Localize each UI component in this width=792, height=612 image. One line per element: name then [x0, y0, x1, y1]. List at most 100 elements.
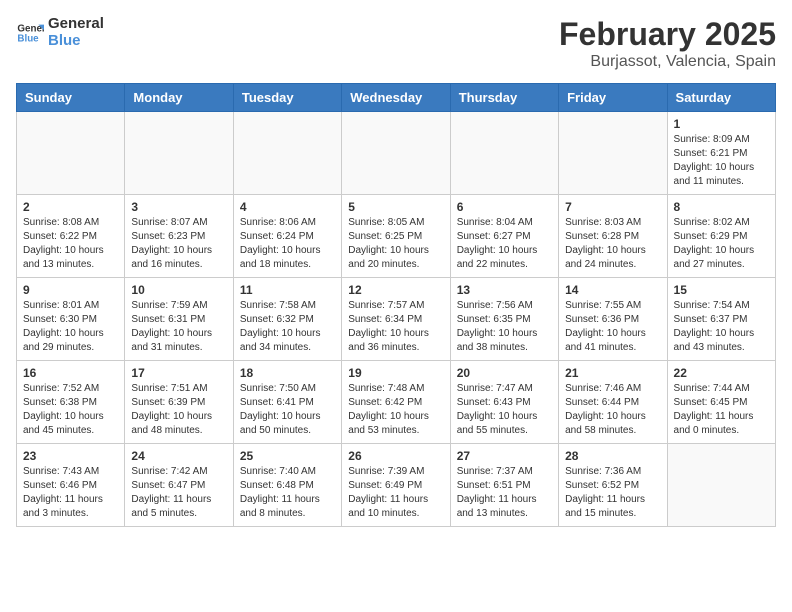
calendar-cell: 2 Sunrise: 8:08 AM Sunset: 6:22 PM Daylig… — [17, 195, 125, 278]
day-number: 21 — [565, 366, 660, 380]
weekday-header-saturday: Saturday — [667, 84, 775, 112]
day-number: 13 — [457, 283, 552, 297]
day-info: Sunrise: 7:50 AM Sunset: 6:41 PM Dayligh… — [240, 382, 335, 438]
calendar-cell: 9 Sunrise: 8:01 AM Sunset: 6:30 PM Daylig… — [17, 278, 125, 361]
week-row-5: 23 Sunrise: 7:43 AM Sunset: 6:46 PM Dayli… — [17, 444, 776, 527]
calendar-cell: 8Sunrise: 8:02 AM Sunset: 6:29 PM Daylig… — [667, 195, 775, 278]
calendar-cell — [17, 112, 125, 195]
day-number: 26 — [348, 449, 443, 463]
day-number: 23 — [23, 449, 118, 463]
calendar-cell: 15Sunrise: 7:54 AM Sunset: 6:37 PM Dayli… — [667, 278, 775, 361]
day-info: Sunrise: 7:42 AM Sunset: 6:47 PM Dayligh… — [131, 465, 226, 521]
day-number: 17 — [131, 366, 226, 380]
day-number: 11 — [240, 283, 335, 297]
calendar-cell: 22 Sunrise: 7:44 AM Sunset: 6:45 PM Dayli… — [667, 361, 775, 444]
day-number: 18 — [240, 366, 335, 380]
week-row-4: 16 Sunrise: 7:52 AM Sunset: 6:38 PM Dayli… — [17, 361, 776, 444]
calendar-cell: 7Sunrise: 8:03 AM Sunset: 6:28 PM Daylig… — [559, 195, 667, 278]
day-info: Sunrise: 7:43 AM Sunset: 6:46 PM Dayligh… — [23, 465, 118, 521]
day-info: Sunrise: 7:44 AM Sunset: 6:45 PM Dayligh… — [674, 382, 769, 438]
day-info: Sunrise: 7:51 AM Sunset: 6:39 PM Dayligh… — [131, 382, 226, 438]
calendar-cell: 20Sunrise: 7:47 AM Sunset: 6:43 PM Dayli… — [450, 361, 558, 444]
day-number: 6 — [457, 200, 552, 214]
weekday-header-thursday: Thursday — [450, 84, 558, 112]
day-info: Sunrise: 7:47 AM Sunset: 6:43 PM Dayligh… — [457, 382, 552, 438]
calendar-cell: 10Sunrise: 7:59 AM Sunset: 6:31 PM Dayli… — [125, 278, 233, 361]
day-info: Sunrise: 7:52 AM Sunset: 6:38 PM Dayligh… — [23, 382, 118, 438]
calendar-cell: 11 Sunrise: 7:58 AM Sunset: 6:32 PM Dayli… — [233, 278, 341, 361]
week-row-3: 9 Sunrise: 8:01 AM Sunset: 6:30 PM Daylig… — [17, 278, 776, 361]
calendar-cell: 17 Sunrise: 7:51 AM Sunset: 6:39 PM Dayli… — [125, 361, 233, 444]
weekday-header-sunday: Sunday — [17, 84, 125, 112]
calendar-table: SundayMondayTuesdayWednesdayThursdayFrid… — [16, 83, 776, 527]
calendar-cell — [559, 112, 667, 195]
calendar-cell: 14 Sunrise: 7:55 AM Sunset: 6:36 PM Dayli… — [559, 278, 667, 361]
day-info: Sunrise: 8:09 AM Sunset: 6:21 PM Dayligh… — [674, 133, 769, 189]
day-info: Sunrise: 7:59 AM Sunset: 6:31 PM Dayligh… — [131, 299, 226, 355]
weekday-header-wednesday: Wednesday — [342, 84, 450, 112]
day-info: Sunrise: 7:58 AM Sunset: 6:32 PM Dayligh… — [240, 299, 335, 355]
day-number: 5 — [348, 200, 443, 214]
day-number: 14 — [565, 283, 660, 297]
day-info: Sunrise: 7:57 AM Sunset: 6:34 PM Dayligh… — [348, 299, 443, 355]
weekday-header-monday: Monday — [125, 84, 233, 112]
calendar-cell: 25 Sunrise: 7:40 AM Sunset: 6:48 PM Dayli… — [233, 444, 341, 527]
calendar-cell: 23 Sunrise: 7:43 AM Sunset: 6:46 PM Dayli… — [17, 444, 125, 527]
day-info: Sunrise: 7:36 AM Sunset: 6:52 PM Dayligh… — [565, 465, 660, 521]
day-info: Sunrise: 7:56 AM Sunset: 6:35 PM Dayligh… — [457, 299, 552, 355]
day-info: Sunrise: 7:55 AM Sunset: 6:36 PM Dayligh… — [565, 299, 660, 355]
day-number: 22 — [674, 366, 769, 380]
calendar-cell — [233, 112, 341, 195]
day-info: Sunrise: 8:02 AM Sunset: 6:29 PM Dayligh… — [674, 216, 769, 272]
day-info: Sunrise: 7:48 AM Sunset: 6:42 PM Dayligh… — [348, 382, 443, 438]
calendar-cell — [342, 112, 450, 195]
day-info: Sunrise: 8:07 AM Sunset: 6:23 PM Dayligh… — [131, 216, 226, 272]
svg-text:Blue: Blue — [17, 33, 39, 44]
day-number: 2 — [23, 200, 118, 214]
day-number: 28 — [565, 449, 660, 463]
day-info: Sunrise: 8:08 AM Sunset: 6:22 PM Dayligh… — [23, 216, 118, 272]
calendar-cell: 13 Sunrise: 7:56 AM Sunset: 6:35 PM Dayli… — [450, 278, 558, 361]
weekday-header-row: SundayMondayTuesdayWednesdayThursdayFrid… — [17, 84, 776, 112]
day-number: 25 — [240, 449, 335, 463]
day-number: 15 — [674, 283, 769, 297]
day-number: 19 — [348, 366, 443, 380]
day-number: 1 — [674, 117, 769, 131]
calendar-cell: 26 Sunrise: 7:39 AM Sunset: 6:49 PM Dayli… — [342, 444, 450, 527]
calendar-cell: 3 Sunrise: 8:07 AM Sunset: 6:23 PM Daylig… — [125, 195, 233, 278]
location-title: Burjassot, Valencia, Spain — [559, 53, 776, 71]
logo-icon: General Blue — [16, 19, 44, 47]
calendar-cell: 12Sunrise: 7:57 AM Sunset: 6:34 PM Dayli… — [342, 278, 450, 361]
day-info: Sunrise: 7:40 AM Sunset: 6:48 PM Dayligh… — [240, 465, 335, 521]
day-info: Sunrise: 7:39 AM Sunset: 6:49 PM Dayligh… — [348, 465, 443, 521]
day-info: Sunrise: 7:37 AM Sunset: 6:51 PM Dayligh… — [457, 465, 552, 521]
calendar-cell: 4Sunrise: 8:06 AM Sunset: 6:24 PM Daylig… — [233, 195, 341, 278]
day-info: Sunrise: 8:03 AM Sunset: 6:28 PM Dayligh… — [565, 216, 660, 272]
week-row-2: 2 Sunrise: 8:08 AM Sunset: 6:22 PM Daylig… — [17, 195, 776, 278]
calendar-cell — [667, 444, 775, 527]
calendar-cell: 21 Sunrise: 7:46 AM Sunset: 6:44 PM Dayli… — [559, 361, 667, 444]
weekday-header-tuesday: Tuesday — [233, 84, 341, 112]
day-number: 9 — [23, 283, 118, 297]
day-number: 16 — [23, 366, 118, 380]
day-number: 24 — [131, 449, 226, 463]
calendar-cell: 5 Sunrise: 8:05 AM Sunset: 6:25 PM Daylig… — [342, 195, 450, 278]
title-area: February 2025 Burjassot, Valencia, Spain — [559, 16, 776, 71]
logo-blue: Blue — [48, 33, 104, 50]
logo-general: General — [48, 16, 104, 33]
week-row-1: 1 Sunrise: 8:09 AM Sunset: 6:21 PM Daylig… — [17, 112, 776, 195]
calendar-cell: 19 Sunrise: 7:48 AM Sunset: 6:42 PM Dayli… — [342, 361, 450, 444]
day-info: Sunrise: 8:01 AM Sunset: 6:30 PM Dayligh… — [23, 299, 118, 355]
day-info: Sunrise: 8:05 AM Sunset: 6:25 PM Dayligh… — [348, 216, 443, 272]
weekday-header-friday: Friday — [559, 84, 667, 112]
calendar-cell: 16 Sunrise: 7:52 AM Sunset: 6:38 PM Dayli… — [17, 361, 125, 444]
page-header: General Blue General Blue February 2025 … — [16, 16, 776, 71]
day-info: Sunrise: 7:46 AM Sunset: 6:44 PM Dayligh… — [565, 382, 660, 438]
day-info: Sunrise: 8:04 AM Sunset: 6:27 PM Dayligh… — [457, 216, 552, 272]
calendar-cell: 18 Sunrise: 7:50 AM Sunset: 6:41 PM Dayli… — [233, 361, 341, 444]
day-info: Sunrise: 8:06 AM Sunset: 6:24 PM Dayligh… — [240, 216, 335, 272]
day-number: 27 — [457, 449, 552, 463]
day-number: 3 — [131, 200, 226, 214]
calendar-cell — [450, 112, 558, 195]
calendar-cell: 6 Sunrise: 8:04 AM Sunset: 6:27 PM Daylig… — [450, 195, 558, 278]
